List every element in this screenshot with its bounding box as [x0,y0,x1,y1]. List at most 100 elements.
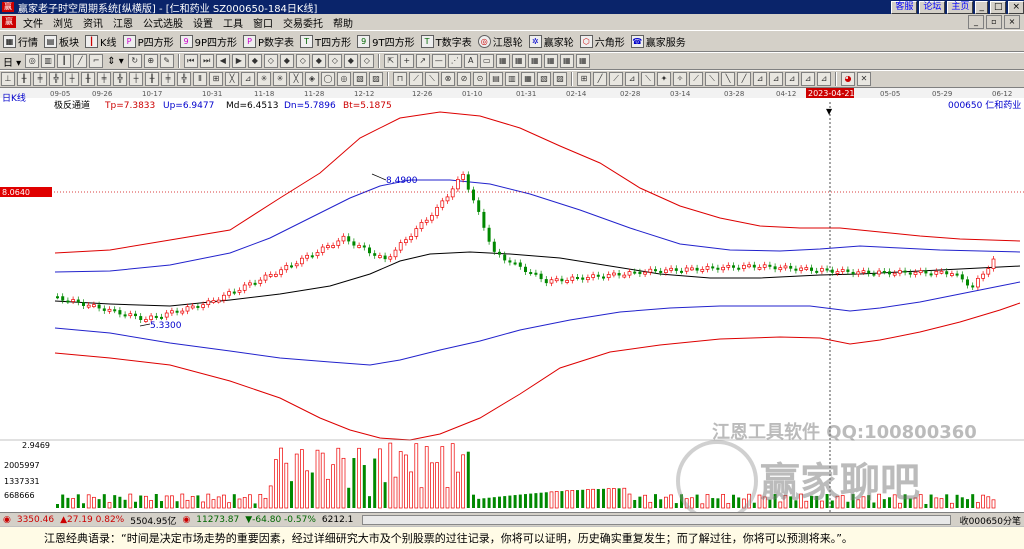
mdi-close-icon[interactable]: × [1004,15,1020,29]
tool-a11-icon[interactable]: ╪ [161,72,175,86]
tool-a16-icon[interactable]: ⊿ [241,72,255,86]
menu-window[interactable]: 窗口 [248,15,278,30]
menu-news[interactable]: 资讯 [78,15,108,30]
tool-winner-service[interactable]: ☎ 赢家服务 [630,34,686,49]
tool-c7-icon[interactable]: ✧ [673,72,687,86]
tool-p-table[interactable]: P P数字表 [243,34,294,49]
menu-browse[interactable]: 浏览 [48,15,78,30]
tool-c1-icon[interactable]: ⊞ [577,72,591,86]
tool-b2-icon[interactable]: ⟋ [409,72,423,86]
tool-kline[interactable]: ┃ K线 [85,34,117,49]
menu-help[interactable]: 帮助 [328,15,358,30]
candle-icon[interactable]: ┃ [57,54,72,68]
cross-icon[interactable]: + [399,54,414,68]
status-scroller[interactable] [362,515,951,525]
tool-9t-square[interactable]: 9 9T四方形 [357,34,415,49]
adjust-dropdown[interactable]: ⇕ ▾ [107,56,124,67]
tool-c2-icon[interactable]: ╱ [593,72,607,86]
tool-a21-icon[interactable]: ◯ [321,72,335,86]
diamond3-icon[interactable]: ◆ [279,54,294,68]
tool-c14-icon[interactable]: ⊿ [785,72,799,86]
diamond2-icon[interactable]: ◇ [263,54,278,68]
zoom-icon[interactable]: ◎ [25,54,40,68]
color-wheel-icon[interactable]: ◕ [841,72,855,86]
diamond8-icon[interactable]: ◇ [359,54,374,68]
grid5-icon[interactable]: ▦ [543,54,558,68]
minimize-icon[interactable]: _ [975,0,988,14]
menu-formula[interactable]: 公式选股 [138,15,188,30]
tool-a19-icon[interactable]: ╳ [289,72,303,86]
menu-tools[interactable]: 工具 [218,15,248,30]
tool-a22-icon[interactable]: ◎ [337,72,351,86]
tool-b4-icon[interactable]: ⊗ [441,72,455,86]
tool-b10-icon[interactable]: ▧ [537,72,551,86]
tool-quotes[interactable]: ▦ 行情 [3,34,38,49]
tool-a4-icon[interactable]: ╬ [49,72,63,86]
tool-b9-icon[interactable]: ▦ [521,72,535,86]
chart-area[interactable]: 09-05 09-26 10-17 10-31 11-18 11-28 12-12 12-26… [0,88,1024,522]
tool-t-square[interactable]: T T四方形 [300,34,351,49]
tool-a24-icon[interactable]: ▨ [369,72,383,86]
tool-winner-wheel[interactable]: ✲ 赢家轮 [528,34,574,49]
tool-b7-icon[interactable]: ▤ [489,72,503,86]
pointer-icon[interactable]: ⇱ [383,54,398,68]
forum-button[interactable]: 论坛 [919,0,946,14]
tool-c16-icon[interactable]: ⊿ [817,72,831,86]
tool-b8-icon[interactable]: ▥ [505,72,519,86]
grid3-icon[interactable]: ▦ [511,54,526,68]
tool-9p-square[interactable]: 9 9P四方形 [179,34,237,49]
tool-a6-icon[interactable]: ╫ [81,72,95,86]
tool-a18-icon[interactable]: ✳ [273,72,287,86]
crosshair-icon[interactable]: ⊕ [143,54,158,68]
next-icon[interactable]: ▶ [231,54,246,68]
maximize-icon[interactable]: □ [989,0,1007,14]
bar-icon[interactable]: ▥ [41,54,56,68]
tool-sectors[interactable]: ▤ 板块 [44,34,79,49]
tool-c11-icon[interactable]: ╱ [737,72,751,86]
tool-b6-icon[interactable]: ⊙ [473,72,487,86]
menu-settings[interactable]: 设置 [188,15,218,30]
tool-c3-icon[interactable]: ⟋ [609,72,623,86]
tool-b1-icon[interactable]: ⊓ [393,72,407,86]
tool-c8-icon[interactable]: ⟋ [689,72,703,86]
arrow-icon[interactable]: ↗ [415,54,430,68]
close-icon[interactable]: × [1008,0,1024,14]
last-icon[interactable]: ⏭ [199,54,214,68]
tool-a20-icon[interactable]: ◈ [305,72,319,86]
fan-icon[interactable]: ⋰ [447,54,462,68]
tool-a1-icon[interactable]: ⊥ [1,72,15,86]
tool-a2-icon[interactable]: ╫ [17,72,31,86]
tool-t-table[interactable]: T T数字表 [420,34,472,49]
text-icon[interactable]: A [463,54,478,68]
first-icon[interactable]: ⏮ [183,54,198,68]
tool-a7-icon[interactable]: ╪ [97,72,111,86]
home-button[interactable]: 主页 [947,0,974,14]
mdi-restore-icon[interactable]: ▫ [986,15,1002,29]
tool-a12-icon[interactable]: ╬ [177,72,191,86]
tool-hexagon[interactable]: ⬡ 六角形 [579,34,625,49]
tool-c5-icon[interactable]: ⟍ [641,72,655,86]
tool-a23-icon[interactable]: ▧ [353,72,367,86]
refresh-icon[interactable]: ↻ [127,54,142,68]
tool-a10-icon[interactable]: ╫ [145,72,159,86]
tool-a14-icon[interactable]: ⊞ [209,72,223,86]
hline-icon[interactable]: — [431,54,446,68]
delete-icon[interactable]: ✕ [857,72,871,86]
diamond-icon[interactable]: ◆ [247,54,262,68]
diamond5-icon[interactable]: ◆ [311,54,326,68]
tool-a8-icon[interactable]: ╬ [113,72,127,86]
tool-b3-icon[interactable]: ⟍ [425,72,439,86]
grid7-icon[interactable]: ▦ [575,54,590,68]
grid2-icon[interactable]: ▦ [495,54,510,68]
grid4-icon[interactable]: ▦ [527,54,542,68]
line-icon[interactable]: ╱ [73,54,88,68]
grid6-icon[interactable]: ▦ [559,54,574,68]
tool-gann-wheel[interactable]: ◎ 江恩轮 [477,34,523,49]
tool-c6-icon[interactable]: ✦ [657,72,671,86]
prev-icon[interactable]: ◀ [215,54,230,68]
diamond7-icon[interactable]: ◆ [343,54,358,68]
tool-c12-icon[interactable]: ⊿ [753,72,767,86]
tool-a17-icon[interactable]: ✳ [257,72,271,86]
tool-p-square[interactable]: P P四方形 [122,34,174,49]
tool-c10-icon[interactable]: ╲ [721,72,735,86]
